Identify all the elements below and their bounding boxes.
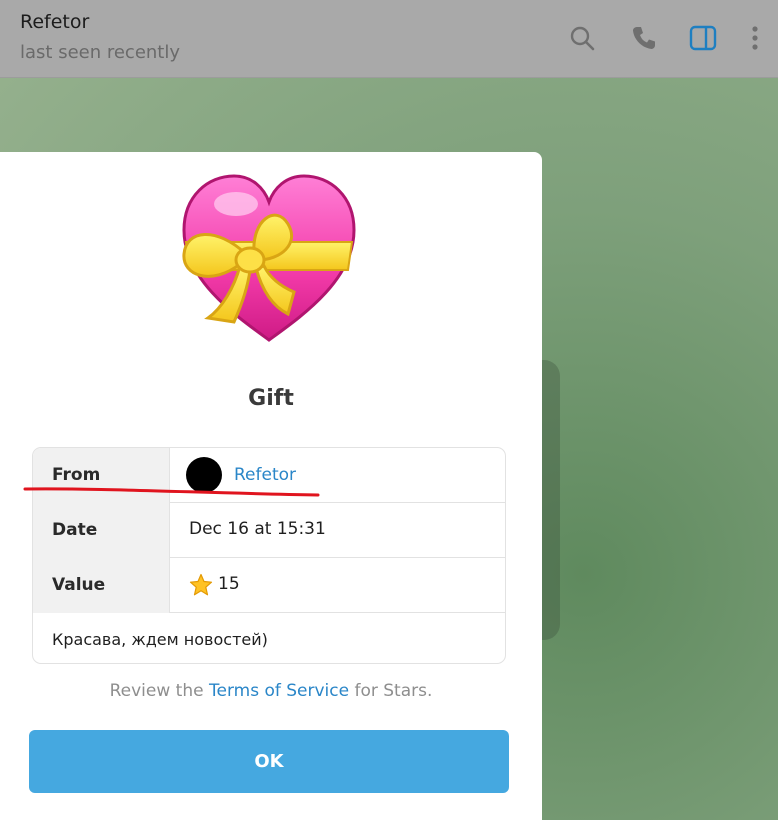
red-underline-annotation [23,487,320,497]
phone-icon[interactable] [630,24,658,52]
chat-title[interactable]: Refetor [20,11,89,33]
ok-button[interactable]: OK [29,730,509,793]
heart-with-ribbon-icon [176,168,362,358]
gift-info-table: From Refetor Date Dec 16 at 15:31 Value … [32,447,506,664]
more-vertical-icon[interactable] [741,24,769,52]
chat-status: last seen recently [20,42,181,63]
terms-suffix: for Stars. [354,681,433,701]
value-row: Value 15 [33,558,505,613]
comment-row: Красава, ждем новостей) [33,613,505,663]
date-value: Dec 16 at 15:31 [189,519,326,539]
gift-comment: Красава, ждем новостей) [52,630,268,649]
sidebar-toggle-icon[interactable] [689,24,717,52]
star-icon [189,573,213,597]
terms-link[interactable]: Terms of Service [209,681,349,701]
terms-notice: Review the Terms of Service for Stars. [0,681,542,701]
gift-title: Gift [248,386,294,411]
terms-prefix: Review the [109,681,204,701]
date-row: Date Dec 16 at 15:31 [33,503,505,558]
chat-header: Refetor last seen recently [0,0,778,78]
search-icon[interactable] [568,24,596,52]
date-label: Date [33,503,170,558]
value-amount: 15 [218,574,240,594]
value-label: Value [33,558,170,613]
